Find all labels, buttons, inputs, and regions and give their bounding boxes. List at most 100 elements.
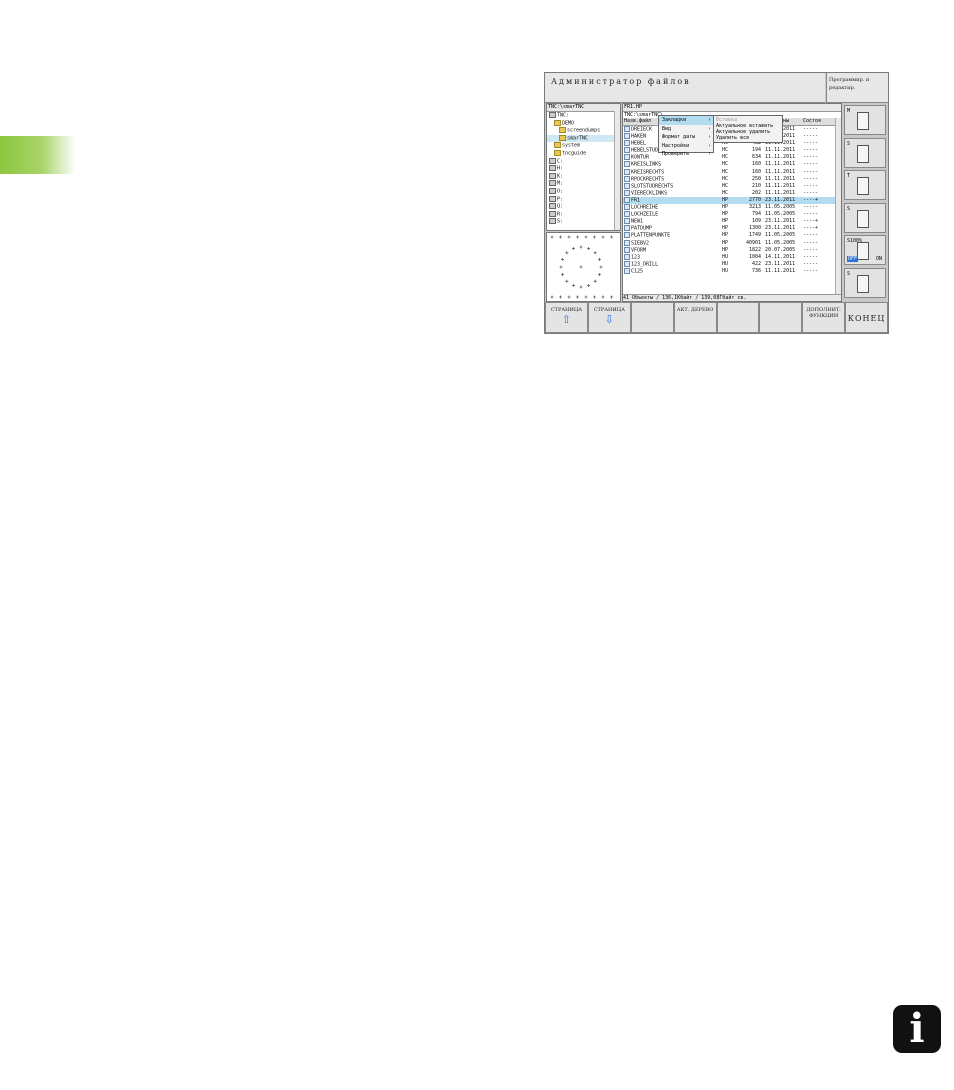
file-row[interactable]: C125 HU 736 11.11.2011 ----- [623,267,841,276]
file-row[interactable]: VIERECKLINKS HC 202 11.11.2011 ----- [623,189,841,197]
file-icon [624,204,630,211]
file-row[interactable]: HEBELSTUD HC 194 11.11.2011 ----- [623,147,841,154]
context-menu-item[interactable]: Вид [659,125,713,134]
machine-icon [857,112,869,130]
file-date: 11.11.2011 [765,267,796,274]
file-size: 210 [751,182,761,189]
file-row[interactable]: SIEBV2 HP 40901 11.05.2005 ----- [623,239,841,247]
preview-mark [584,235,588,239]
softkey-5[interactable] [716,302,760,333]
directory-tree[interactable]: TNC:\smarTNC TNC: DEMO screendumps smarTNC s… [546,103,621,231]
softkey-1[interactable]: СТРАНИЦА ⇧ [545,302,588,333]
preview-mark [561,273,565,277]
softkey-7[interactable]: ДОПОЛНИТ. ФУНКЦИИ [802,302,846,333]
submenu-item[interactable]: Удалить все [716,135,780,141]
side-softkey[interactable]: T [844,170,886,200]
tree-item[interactable]: TNC: [547,112,620,120]
file-date: 11.05.2005 [765,204,796,211]
file-row[interactable]: SLOTSTUDRECHTS HC 210 11.11.2011 ----- [623,182,841,190]
tree-item[interactable]: system [547,142,620,150]
preview-mark [571,283,575,287]
file-name-text: 123_DRILL [631,261,659,268]
side-softkey[interactable]: S [844,137,886,168]
tree-item[interactable]: C: [547,157,620,166]
file-row[interactable]: 123 HU 1004 14.11.2011 ----- [623,253,841,261]
tree-item[interactable]: DEMO [547,119,620,128]
file-row[interactable]: LOCHREIHE HP 3213 11.05.2005 ----- [623,204,841,211]
folder-icon [554,149,561,156]
file-name-text: PATDUMP [631,225,653,232]
file-row[interactable]: 123_DRILL HU 422 23.11.2011 ----- [623,260,841,268]
file-type: HP [722,204,729,211]
file-size: 160 [751,168,761,175]
col-name[interactable]: Назв.файл [624,118,651,125]
file-icon [624,267,630,274]
file-icon [624,218,630,225]
file-name-text: 123 [631,254,641,261]
file-row[interactable]: KREISLINKS HC 160 11.11.2011 ----- [623,161,841,168]
file-row[interactable]: KONTUR HC 634 11.11.2011 ----- [623,154,841,161]
file-icon [624,225,630,232]
side-softkey[interactable]: S100% OFF ON [844,235,886,265]
file-row[interactable]: LOCHZEILE HP 794 11.05.2005 ----- [623,211,841,218]
context-menu-item[interactable]: Настройки [659,142,713,151]
file-name-text: KREISRECHTS [631,169,665,176]
context-menu: ЗакладкиВидФормат датыНастройкиПроверить [658,115,714,158]
tree-item[interactable]: smarTNC [547,134,620,143]
file-name-text: KONTUR [631,154,650,161]
file-row[interactable]: PATDUMP HP 1300 23.11.2011 ----+ [623,225,841,232]
file-row[interactable]: NEW1 HP 109 23.11.2011 ----+ [623,218,841,225]
preview-mark [550,235,554,239]
tree-item[interactable]: M: [547,180,620,188]
file-type: HP [722,218,729,225]
side-softkeys: M S T S S100% OFF ON S [843,103,888,302]
file-icon [624,246,630,253]
tree-item[interactable]: K: [547,172,620,181]
preview-mark [559,295,562,299]
on-label: ON [875,256,882,262]
tree-item[interactable]: Q: [547,203,620,211]
file-icon [624,175,630,182]
side-softkey[interactable]: S [844,267,886,298]
softkey-4[interactable]: АКТ. ДЕРЕВО [673,302,717,333]
softkey-8[interactable]: КОНЕЦ [845,302,888,333]
context-menu-item[interactable]: Формат даты [659,133,713,142]
tree-item[interactable]: P: [547,195,620,204]
file-row[interactable]: KREISRECHTS HC 160 11.11.2011 ----- [623,168,841,176]
file-date: 20.07.2005 [765,246,796,253]
file-name-text: SIEBV2 [631,240,650,246]
file-date: 23.11.2011 [765,196,796,203]
file-row[interactable]: RPOCKRECHTS HC 250 11.11.2011 ----- [623,175,841,183]
file-date: 11.11.2011 [765,182,796,189]
softkey-2[interactable]: СТРАНИЦА ⇩ [587,302,631,333]
file-status: ----- [803,126,819,132]
tree-scrollbar[interactable] [614,111,620,230]
tree-item[interactable]: O: [547,187,620,196]
file-row[interactable]: PLATTENPUNKTE HP 1749 11.05.2005 ----- [623,232,841,239]
preview-mark [587,247,591,251]
tree-item[interactable]: S: [547,218,620,226]
file-row[interactable]: FR1 HP 2770 23.11.2011 ----+ [623,196,841,205]
file-name-text: HEBEL [631,140,647,147]
tree-item[interactable]: tncguide [547,149,620,158]
file-row[interactable]: VFORM HP 1822 20.07.2005 ----- [623,246,841,254]
side-softkey-label: S [847,270,851,277]
title-bar: Администратор файлов [545,73,825,103]
tree-item[interactable]: screendumps [547,127,620,135]
side-softkey[interactable]: S [844,202,886,233]
file-icon [624,154,630,161]
file-list-scrollbar[interactable] [835,118,841,295]
side-softkey-label: T [847,173,851,179]
side-softkey[interactable]: M [844,105,886,135]
file-size: 109 [751,218,761,225]
softkey-3[interactable] [630,302,674,333]
col-status[interactable]: Состоя [803,118,821,125]
context-menu-item[interactable]: Закладки [659,116,713,125]
file-name: C125 [624,267,643,276]
tree-item[interactable]: H: [547,165,620,173]
context-menu-item[interactable]: Проверить [659,150,713,159]
softkey-6[interactable] [759,302,803,333]
tree-item[interactable]: R: [547,210,620,219]
file-type: HP [722,196,729,203]
tree-item-label: R: [557,211,564,218]
